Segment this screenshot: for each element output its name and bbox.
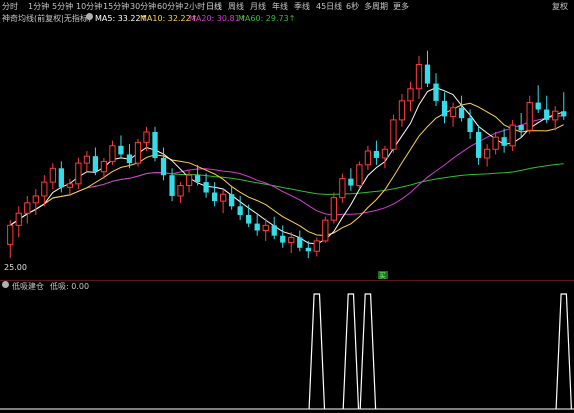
ma60-line: [10, 163, 564, 226]
candle-body[interactable]: [219, 193, 227, 202]
candle-body[interactable]: [433, 83, 439, 101]
candle-body[interactable]: [467, 118, 473, 132]
candle-body[interactable]: [544, 109, 550, 120]
candle-body[interactable]: [415, 64, 423, 90]
indicator-spike: [555, 293, 572, 410]
candle-body[interactable]: [211, 192, 218, 202]
candle-body[interactable]: [518, 125, 524, 131]
candle-body[interactable]: [177, 185, 184, 197]
buy-signal-label: 买: [379, 272, 386, 280]
candle-body[interactable]: [305, 247, 311, 252]
candle-body[interactable]: [492, 136, 499, 150]
candle-body[interactable]: [458, 107, 465, 119]
candle-body[interactable]: [364, 150, 372, 166]
candle-body[interactable]: [561, 111, 567, 117]
candle-body[interactable]: [271, 225, 277, 236]
candle-body[interactable]: [535, 102, 541, 110]
candle-body[interactable]: [262, 224, 269, 232]
candle-body[interactable]: [475, 131, 482, 158]
low-price-label: 25.00: [4, 263, 27, 272]
candle-body[interactable]: [66, 183, 74, 188]
candle-body[interactable]: [501, 137, 507, 146]
candle-body[interactable]: [254, 223, 260, 231]
candle-body[interactable]: [185, 174, 193, 187]
indicator-spike: [359, 293, 377, 410]
candle-body[interactable]: [330, 197, 337, 221]
candle-body[interactable]: [297, 237, 303, 248]
candle-body[interactable]: [126, 154, 133, 164]
candle-body[interactable]: [92, 156, 99, 172]
candle-body[interactable]: [143, 131, 150, 143]
candle-body[interactable]: [424, 64, 431, 84]
candle-body[interactable]: [407, 88, 414, 102]
candle-body[interactable]: [58, 168, 64, 188]
candle-body[interactable]: [509, 124, 516, 147]
candle-body[interactable]: [169, 175, 175, 196]
candle-body[interactable]: [246, 214, 252, 224]
candle-body[interactable]: [152, 131, 158, 158]
candle-body[interactable]: [24, 202, 31, 214]
candle-body[interactable]: [322, 219, 329, 242]
candle-body[interactable]: [398, 100, 406, 121]
candle-body[interactable]: [100, 160, 108, 173]
candle-body[interactable]: [552, 110, 559, 121]
candle-body[interactable]: [390, 119, 397, 150]
candle-body[interactable]: [75, 162, 82, 185]
indicator-spike: [342, 293, 360, 410]
candle-body[interactable]: [32, 195, 39, 204]
candle-body[interactable]: [109, 145, 116, 162]
candle-body[interactable]: [118, 145, 124, 155]
candle-body[interactable]: [373, 151, 380, 158]
candle-body[interactable]: [381, 148, 389, 159]
candle-body[interactable]: [339, 178, 346, 199]
candle-body[interactable]: [237, 206, 243, 215]
candle-body[interactable]: [49, 167, 56, 183]
candle-body[interactable]: [194, 175, 201, 183]
candle-body[interactable]: [449, 107, 457, 117]
candle-body[interactable]: [83, 155, 91, 164]
candle-body[interactable]: [441, 100, 448, 117]
candle-body[interactable]: [160, 157, 167, 176]
candle-body[interactable]: [41, 181, 48, 197]
candle-body[interactable]: [313, 240, 320, 252]
candle-body[interactable]: [348, 178, 354, 186]
candle-body[interactable]: [203, 182, 209, 193]
candle-body[interactable]: [15, 212, 22, 226]
candle-body[interactable]: [134, 141, 142, 164]
candle-body[interactable]: [526, 102, 533, 131]
candle-body[interactable]: [229, 194, 235, 207]
candle-body[interactable]: [356, 164, 363, 187]
candle-body[interactable]: [280, 235, 286, 243]
indicator-spike: [308, 293, 326, 410]
candlestick-chart[interactable]: 25.00 买: [0, 0, 574, 413]
candle-body[interactable]: [483, 148, 491, 159]
candle-body[interactable]: [288, 236, 295, 244]
candle-body[interactable]: [7, 224, 14, 245]
